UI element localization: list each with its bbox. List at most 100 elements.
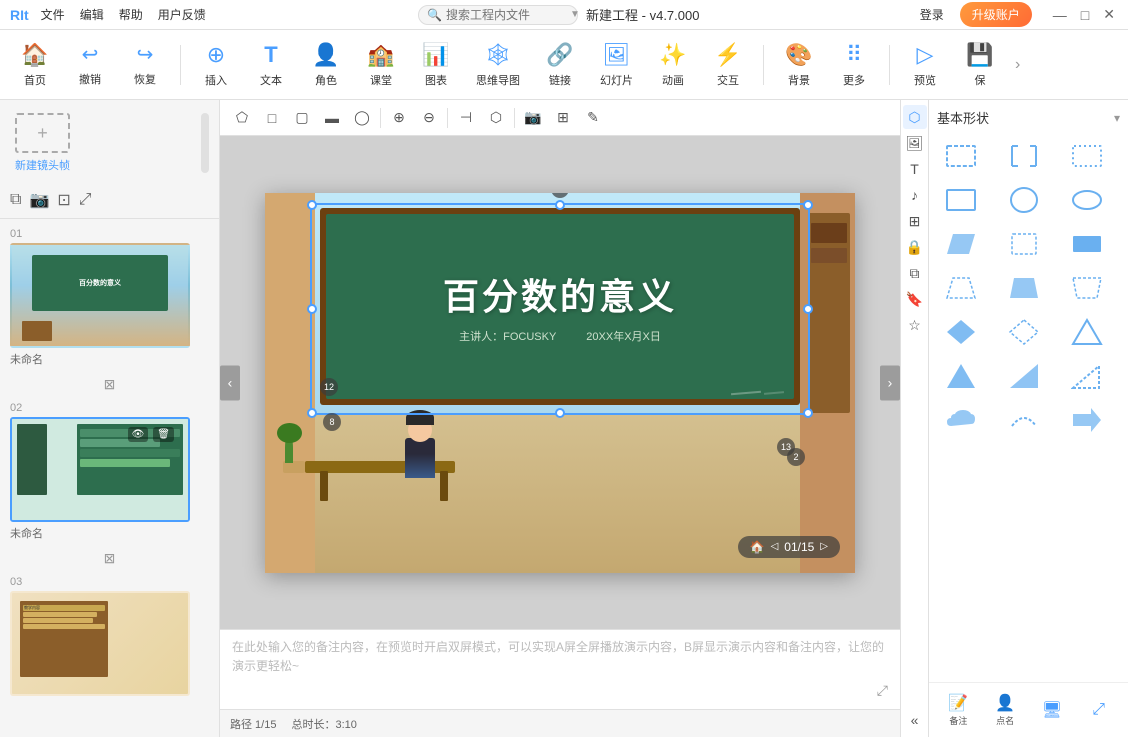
- toolbar-save[interactable]: 💾 保: [955, 37, 1005, 93]
- notes-expand-button[interactable]: ⤢: [877, 679, 888, 701]
- sidebar-star-button[interactable]: ☆: [903, 313, 927, 337]
- copy-frame-button[interactable]: ⧉: [10, 191, 21, 209]
- shape-btn-circle[interactable]: ◯: [348, 104, 376, 132]
- minimize-button[interactable]: —: [1050, 7, 1070, 23]
- shape-btn-rounded[interactable]: ▢: [288, 104, 316, 132]
- notes-area[interactable]: 在此处输入您的备注内容，在预览时开启双屏模式，可以实现A屏全屏播放演示内容，B屏…: [220, 629, 900, 709]
- shape-dashed-square[interactable]: [1000, 225, 1048, 263]
- sidebar-audio-button[interactable]: ♪: [903, 183, 927, 207]
- slide-prev-button[interactable]: ‹: [220, 365, 240, 400]
- shape-btn-pentagon[interactable]: ⬠: [228, 104, 256, 132]
- toolbar-role[interactable]: 👤 角色: [301, 37, 351, 93]
- close-button[interactable]: ✕: [1100, 6, 1118, 23]
- upgrade-button[interactable]: 升级账户: [960, 2, 1032, 27]
- shape-right-triangle[interactable]: [1000, 357, 1048, 395]
- sidebar-lock-button[interactable]: 🔒: [903, 235, 927, 259]
- new-frame-button[interactable]: + 新建镜头帧: [10, 108, 75, 178]
- toolbar-slideshow[interactable]: 🖼 幻灯片: [590, 37, 643, 93]
- search-input[interactable]: [446, 8, 566, 22]
- toolbar-animate[interactable]: ✨ 动画: [648, 37, 698, 93]
- maximize-button[interactable]: □: [1078, 7, 1092, 23]
- slide-panel-actions: ⧉ 📷 ⊡ ⤢: [0, 186, 219, 214]
- shape-triangle-solid[interactable]: [937, 357, 985, 395]
- search-dropdown-icon[interactable]: ▼: [570, 9, 580, 20]
- shape-parallelogram-left[interactable]: [937, 225, 985, 263]
- toolbar-redo[interactable]: ↪ 恢复: [120, 37, 170, 92]
- sidebar-text-button[interactable]: T: [903, 157, 927, 181]
- slide-item-1[interactable]: 01 百分数的意义 未命名: [0, 223, 219, 372]
- camera-button[interactable]: 📷: [29, 190, 49, 210]
- sidebar-image-button[interactable]: 🖼: [903, 131, 927, 155]
- shape-btn-zoom-out[interactable]: ⊖: [415, 104, 443, 132]
- shape-circle[interactable]: [1000, 181, 1048, 219]
- login-button[interactable]: 登录: [912, 3, 952, 26]
- shape-diamond-dashed[interactable]: [1000, 313, 1048, 351]
- shape-bracket[interactable]: [1000, 137, 1048, 175]
- shape-btn-camera[interactable]: 📷: [519, 104, 547, 132]
- toolbar-preview[interactable]: ▷ 预览: [900, 37, 950, 93]
- sidebar-group-button[interactable]: ⊞: [903, 209, 927, 233]
- roll-call-button[interactable]: 👤 点名: [982, 689, 1029, 731]
- menu-feedback[interactable]: 用户反馈: [158, 6, 206, 23]
- shape-btn-grid[interactable]: ⊞: [549, 104, 577, 132]
- shape-btn-bold-rect[interactable]: ▬: [318, 104, 346, 132]
- toolbar-class[interactable]: 🏫 课堂: [356, 37, 406, 93]
- shapes-expand-icon[interactable]: ▾: [1114, 111, 1120, 125]
- shape-rect-solid[interactable]: [937, 181, 985, 219]
- shape-dashed-rect2[interactable]: [1063, 137, 1111, 175]
- toolbar-more[interactable]: ⠿ 更多: [829, 37, 879, 93]
- search-box[interactable]: 🔍 ▼: [418, 5, 578, 25]
- shape-right-triangle-outline[interactable]: [1063, 357, 1111, 395]
- slide-next-button[interactable]: ›: [880, 365, 900, 400]
- sidebar-shapes-button[interactable]: ⬡: [903, 105, 927, 129]
- shape-btn-zoom-in[interactable]: ⊕: [385, 104, 413, 132]
- screen-button[interactable]: 🖥: [1029, 696, 1076, 724]
- shape-trapezoid-2[interactable]: [1000, 269, 1048, 307]
- notes-button[interactable]: 📝 备注: [935, 689, 982, 731]
- duration-info: 总时长：3:10: [291, 716, 356, 732]
- canvas-slide[interactable]: 百分数的意义 主讲人：FOCUSKY 20XX年X月X日: [265, 193, 855, 573]
- canvas-wrapper: ‹: [220, 136, 900, 629]
- shape-cloud[interactable]: [937, 401, 985, 439]
- slide-item-2[interactable]: 02 👁 🗑 未命名: [0, 397, 219, 546]
- toolbar-link[interactable]: 🔗 链接: [535, 37, 585, 93]
- shape-trapezoid-3[interactable]: [1063, 269, 1111, 307]
- shape-diamond[interactable]: [937, 313, 985, 351]
- shape-dashed-rect[interactable]: [937, 137, 985, 175]
- sidebar-bookmark-button[interactable]: 🔖: [903, 287, 927, 311]
- toolbar-insert[interactable]: ⊕ 插入: [191, 37, 241, 93]
- shape-btn-rect[interactable]: □: [258, 104, 286, 132]
- shape-triangle-up[interactable]: [1063, 313, 1111, 351]
- menu-help[interactable]: 帮助: [119, 6, 143, 23]
- toolbar-mindmap[interactable]: 🕸 思维导图: [466, 37, 530, 93]
- toolbar-chart[interactable]: 📊 图表: [411, 37, 461, 93]
- panel-scrollbar[interactable]: [201, 113, 209, 173]
- slide-eye-button[interactable]: 👁: [128, 427, 149, 442]
- menu-file[interactable]: 文件: [41, 6, 65, 23]
- shape-solid-rect-filled[interactable]: [1063, 225, 1111, 263]
- expand-button[interactable]: ⤢: [79, 191, 92, 209]
- toolbar-expand-icon[interactable]: ›: [1015, 56, 1020, 74]
- fullscreen-button[interactable]: ⤢: [1075, 697, 1122, 723]
- shape-arc[interactable]: [1000, 401, 1048, 439]
- shape-btn-edit[interactable]: ✎: [579, 104, 607, 132]
- menu-edit[interactable]: 编辑: [80, 6, 104, 23]
- slide-delete-button[interactable]: 🗑: [153, 427, 174, 442]
- shape-trapezoid-1[interactable]: [937, 269, 985, 307]
- sidebar-collapse-button[interactable]: «: [903, 708, 927, 732]
- toolbar-undo[interactable]: ↩ 撤销: [65, 37, 115, 92]
- toolbar-bg[interactable]: 🎨 背景: [774, 37, 824, 93]
- blackboard-frame: 百分数的意义 主讲人：FOCUSKY 20XX年X月X日: [320, 208, 800, 406]
- toolbar-interact[interactable]: ⚡ 交互: [703, 37, 753, 93]
- character: [405, 438, 435, 478]
- shape-btn-align[interactable]: ⊣: [452, 104, 480, 132]
- shape-btn-polygon2[interactable]: ⬡: [482, 104, 510, 132]
- shape-ellipse[interactable]: [1063, 181, 1111, 219]
- slide-item-3[interactable]: 03 教学内容: [0, 571, 219, 701]
- toolbar-home[interactable]: 🏠 首页: [10, 37, 60, 93]
- notes-text: 在此处输入您的备注内容，在预览时开启双屏模式，可以实现A屏全屏播放演示内容，B屏…: [232, 640, 884, 673]
- sidebar-layer-button[interactable]: ⧉: [903, 261, 927, 285]
- toolbar-text[interactable]: T 文本: [246, 37, 296, 93]
- shape-arrow-right[interactable]: [1063, 401, 1111, 439]
- fit-button[interactable]: ⊡: [57, 190, 70, 210]
